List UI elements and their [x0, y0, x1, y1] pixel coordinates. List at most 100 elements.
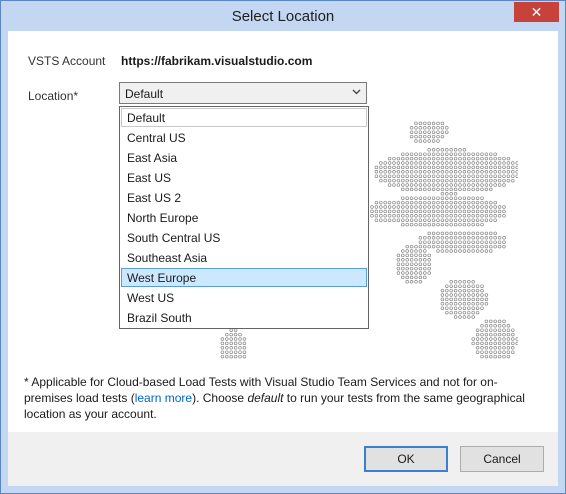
map-dot — [493, 337, 497, 341]
map-dot — [497, 174, 502, 178]
map-dot — [458, 178, 462, 183]
map-dot — [480, 196, 484, 200]
map-dot — [453, 288, 458, 293]
map-dot — [475, 231, 480, 236]
map-dot — [462, 280, 467, 284]
map-dot — [418, 236, 423, 240]
map-dot — [392, 156, 396, 161]
map-dot — [502, 337, 506, 341]
close-button[interactable]: ✕ — [514, 2, 559, 22]
map-dot — [502, 319, 506, 324]
cancel-button[interactable]: Cancel — [460, 446, 544, 472]
map-dot — [383, 161, 387, 165]
map-dot — [493, 218, 497, 222]
location-option-central-us[interactable]: Central US — [121, 128, 367, 147]
map-dot — [427, 244, 431, 249]
map-dot — [392, 218, 396, 222]
location-option-east-asia[interactable]: East Asia — [121, 148, 367, 167]
map-dot — [401, 266, 405, 271]
map-dot — [497, 209, 502, 214]
map-dot — [401, 209, 405, 214]
map-dot — [458, 218, 462, 222]
map-dot — [440, 121, 445, 126]
map-dot — [484, 161, 489, 165]
map-dot — [471, 178, 475, 183]
location-option-south-central-us[interactable]: South Central US — [121, 228, 367, 247]
map-dot — [458, 209, 462, 214]
map-dot — [436, 236, 440, 240]
map-dot — [458, 222, 462, 227]
map-dot — [458, 293, 462, 297]
map-dot — [387, 183, 392, 187]
map-dot — [489, 337, 493, 341]
location-option-brazil-south[interactable]: Brazil South — [121, 308, 367, 327]
map-dot — [440, 236, 445, 240]
map-dot — [379, 161, 383, 165]
location-dropdown[interactable]: Default — [119, 82, 367, 104]
map-dot — [471, 293, 475, 297]
location-option-east-us[interactable]: East US — [121, 168, 367, 187]
map-dot — [414, 244, 418, 249]
location-option-north-europe[interactable]: North Europe — [121, 208, 367, 227]
map-dot — [484, 319, 489, 324]
map-dot — [423, 271, 427, 275]
map-dot — [484, 244, 489, 249]
map-dot — [484, 341, 489, 346]
map-dot — [242, 337, 247, 341]
map-dot — [497, 319, 502, 324]
map-dot — [374, 218, 379, 222]
map-dot — [449, 196, 453, 200]
map-dot — [467, 165, 471, 170]
map-dot — [506, 178, 511, 183]
map-dot — [387, 200, 392, 205]
map-dot — [423, 121, 427, 126]
map-dot — [453, 222, 458, 227]
map-dot — [427, 214, 431, 218]
map-dot — [497, 240, 502, 244]
map-dot — [401, 170, 405, 174]
map-dot — [462, 249, 467, 253]
map-dot — [467, 284, 471, 288]
map-dot — [506, 350, 511, 354]
map-dot — [409, 178, 414, 183]
map-dot — [480, 350, 484, 354]
map-dot — [379, 174, 383, 178]
map-dot — [480, 244, 484, 249]
map-dot — [414, 249, 418, 253]
location-option-west-europe[interactable]: West Europe — [121, 268, 367, 287]
map-dot — [484, 302, 489, 306]
title-bar: Select Location ✕ — [1, 1, 565, 31]
map-dot — [462, 218, 467, 222]
location-option-east-us-2[interactable]: East US 2 — [121, 188, 367, 207]
map-dot — [409, 165, 414, 170]
location-option-default[interactable]: Default — [121, 108, 367, 127]
learn-more-link[interactable]: learn more — [135, 391, 192, 405]
map-dot — [462, 297, 467, 302]
map-dot — [427, 258, 431, 262]
map-dot — [480, 354, 484, 359]
location-option-southeast-asia[interactable]: Southeast Asia — [121, 248, 367, 267]
map-dot — [409, 280, 414, 284]
location-options-list[interactable]: Default Central US East Asia East US Eas… — [119, 106, 369, 329]
map-dot — [458, 174, 462, 178]
location-option-west-us[interactable]: West US — [121, 288, 367, 307]
map-dot — [423, 209, 427, 214]
ok-button[interactable]: OK — [364, 446, 448, 472]
map-dot — [405, 222, 409, 227]
map-dot — [493, 244, 497, 249]
map-dot — [449, 293, 453, 297]
map-dot — [405, 170, 409, 174]
map-dot — [484, 328, 489, 332]
map-dot — [467, 205, 471, 209]
map-dot — [220, 354, 225, 359]
map-dot — [431, 121, 436, 126]
map-dot — [427, 134, 431, 139]
map-dot — [379, 178, 383, 183]
map-dot — [401, 196, 405, 200]
map-dot — [405, 152, 409, 156]
map-dot — [238, 350, 242, 354]
map-dot — [502, 178, 506, 183]
map-dot — [436, 222, 440, 227]
map-dot — [427, 130, 431, 134]
map-dot — [405, 244, 409, 249]
